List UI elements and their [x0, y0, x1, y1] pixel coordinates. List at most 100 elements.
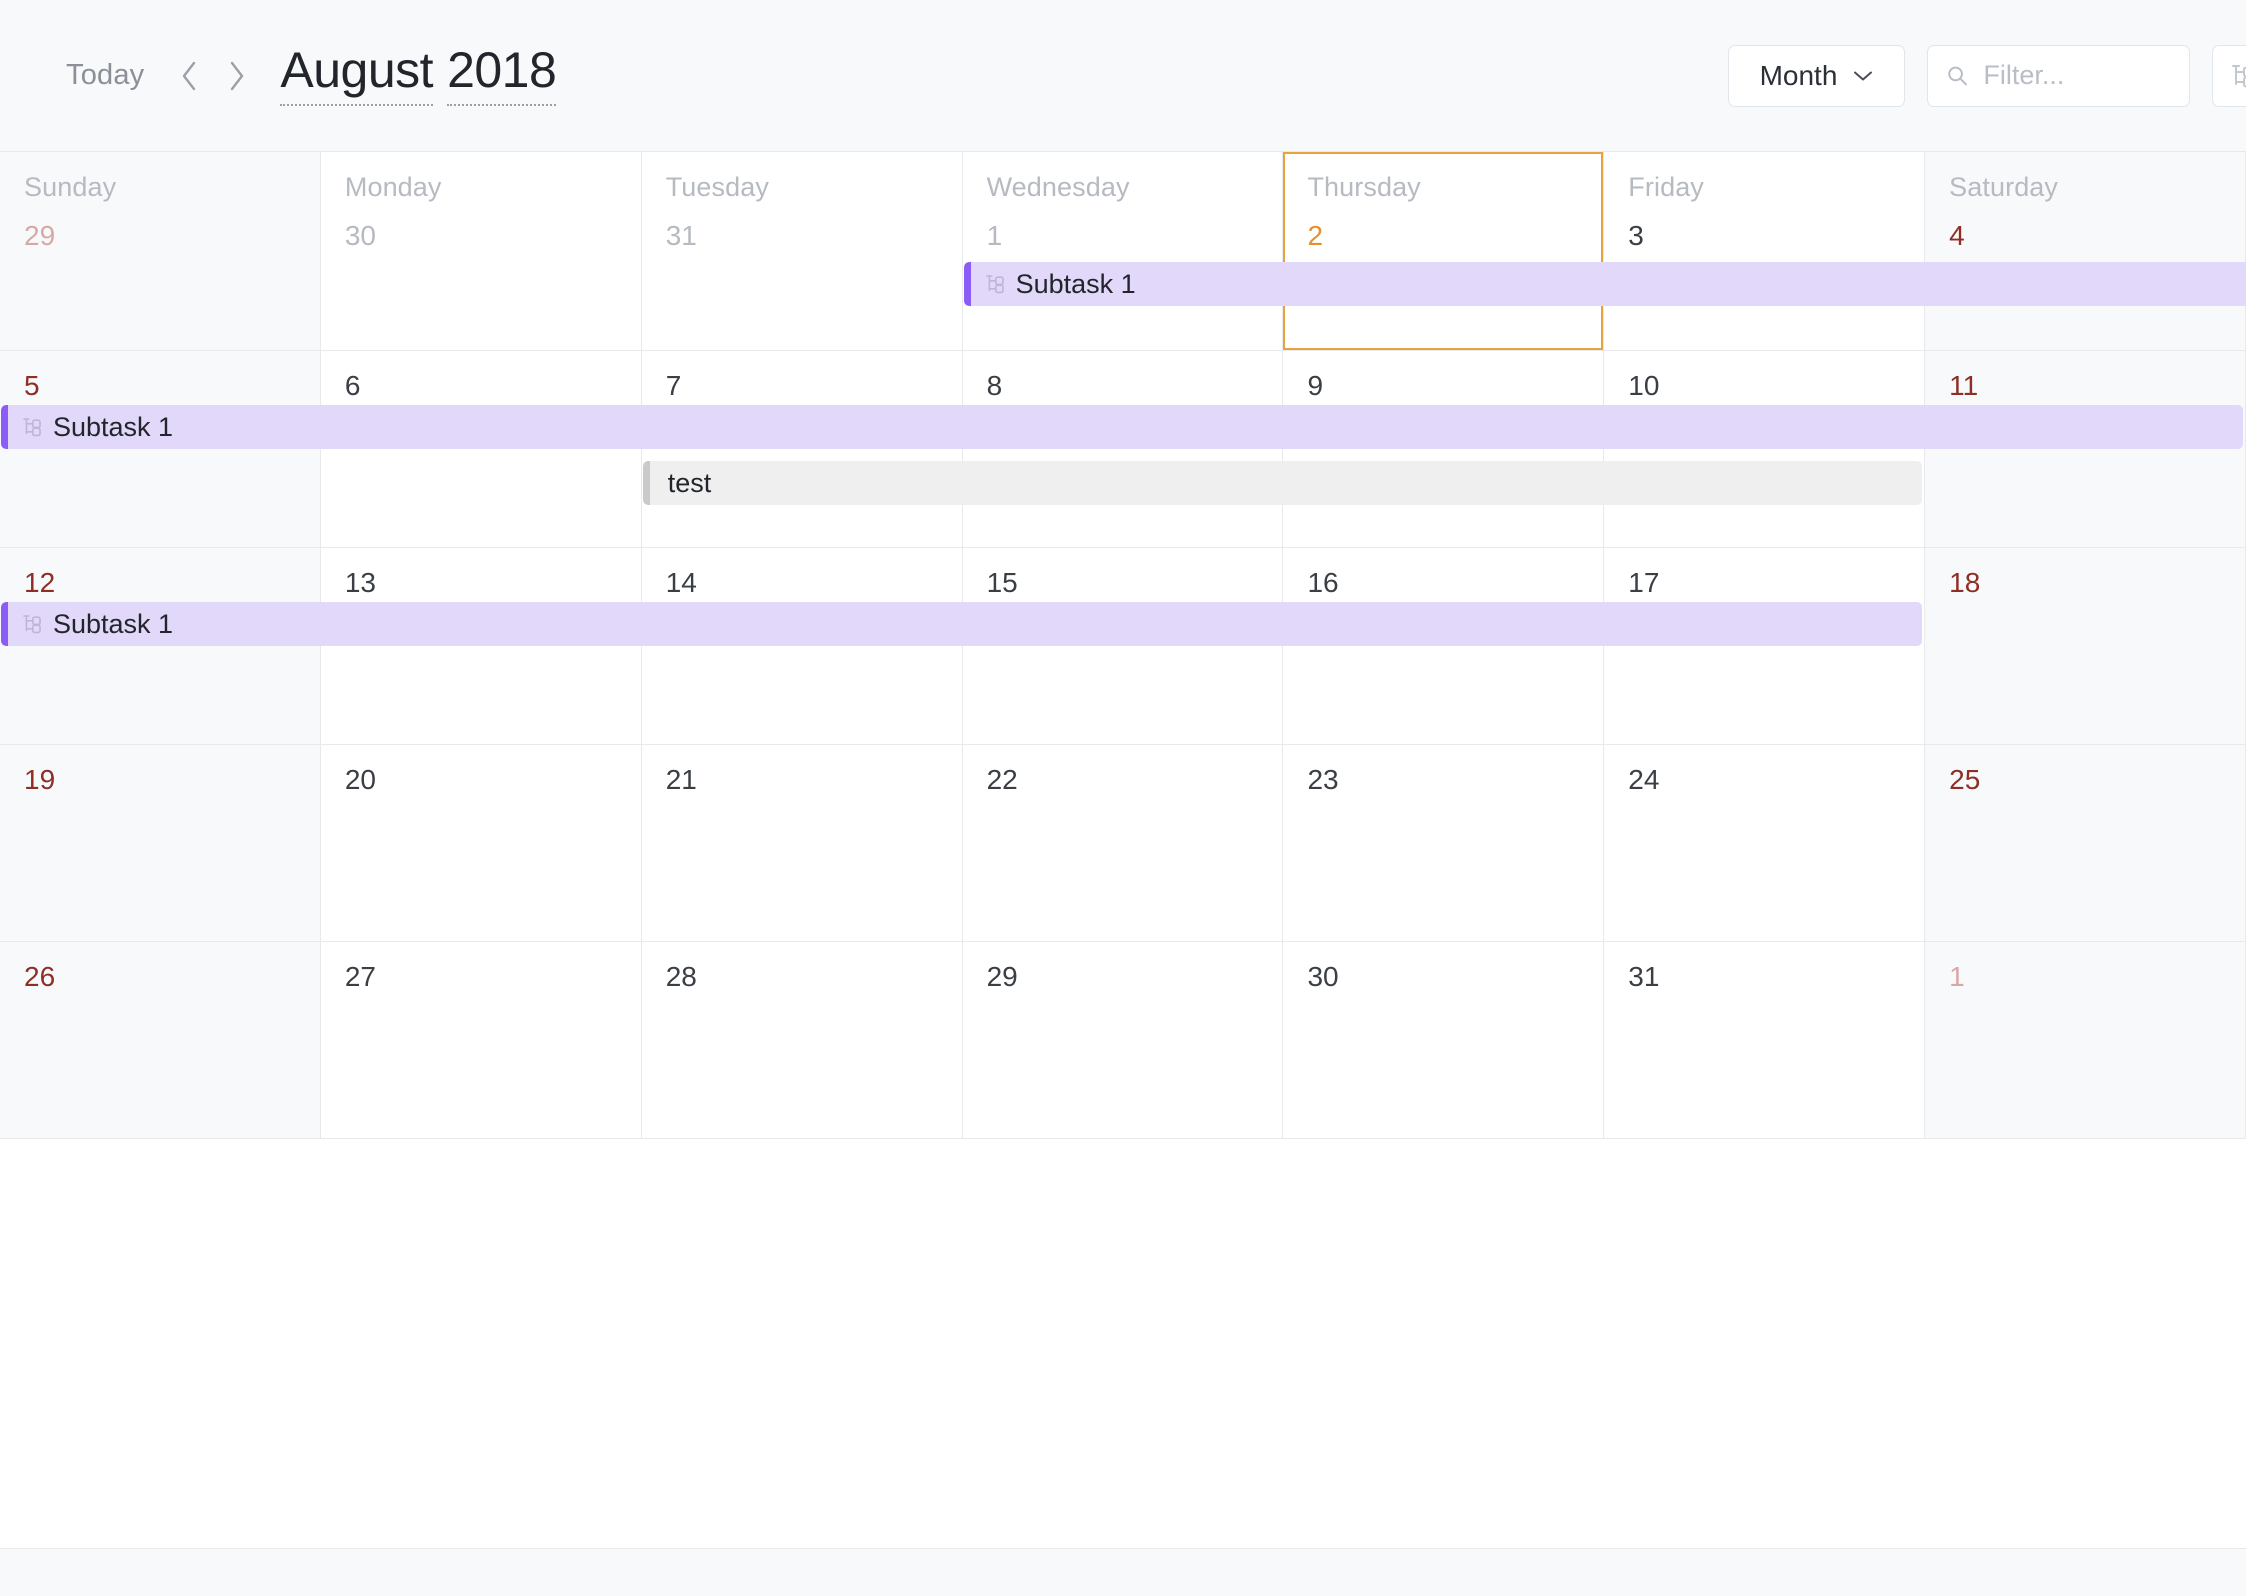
- day-cell-29[interactable]: Sunday 29: [0, 152, 321, 350]
- day-cell-21[interactable]: 21: [641, 745, 963, 941]
- day-cell-28[interactable]: 28: [641, 942, 963, 1138]
- year-title[interactable]: 2018: [447, 45, 557, 106]
- hierarchy-icon: [23, 615, 41, 634]
- day-cell-14[interactable]: 14: [641, 548, 963, 744]
- day-cell-3[interactable]: Friday 3: [1604, 152, 1926, 350]
- day-cell-9[interactable]: 9: [1283, 351, 1605, 547]
- event-color-stripe: [963, 262, 971, 306]
- calendar-toolbar: Today August 2018 Month Filter...: [0, 0, 2246, 151]
- event-title: test: [667, 467, 712, 498]
- day-cell-18[interactable]: 18: [1925, 548, 2246, 744]
- hierarchy-icon: [23, 418, 41, 437]
- day-cell-11[interactable]: 11: [1925, 351, 2246, 547]
- day-cell-1[interactable]: 1: [1925, 942, 2246, 1138]
- event-title: Subtask 1: [53, 608, 174, 639]
- filter-field[interactable]: [1927, 44, 2190, 107]
- calendar-event[interactable]: test: [642, 461, 1923, 505]
- day-of-week-label: Thursday: [1307, 172, 1421, 202]
- day-cell-22[interactable]: 22: [962, 745, 1284, 941]
- date-number: 30: [344, 220, 377, 251]
- event-title: Subtask 1: [53, 411, 174, 442]
- day-cell-16[interactable]: 16: [1283, 548, 1605, 744]
- date-number: 7: [665, 370, 682, 401]
- day-cell-25[interactable]: 25: [1925, 745, 2246, 941]
- calendar-event[interactable]: Subtask 1: [1, 602, 1923, 646]
- day-cell-27[interactable]: 27: [320, 942, 642, 1138]
- day-cell-19[interactable]: 19: [0, 745, 321, 941]
- date-number: 3: [1628, 220, 1644, 251]
- event-color-stripe: [1, 602, 8, 646]
- day-of-week-label: Tuesday: [665, 172, 769, 202]
- toolbar-left-group: Today August 2018: [62, 45, 557, 106]
- event-title: Subtask 1: [1015, 268, 1136, 299]
- calendar-grid: Sunday 29 Monday 30 Tuesday 31 Wednesday 1 Thurs…: [0, 151, 2246, 1548]
- day-cell-23[interactable]: 23: [1283, 745, 1605, 941]
- calendar-week-row: 26 27 28 29 30 31 1: [0, 942, 2246, 1139]
- calendar-event[interactable]: Subtask 1: [963, 262, 2246, 306]
- date-number: 5: [24, 370, 40, 401]
- date-number: 13: [344, 567, 377, 598]
- day-cell-29[interactable]: 29: [962, 942, 1284, 1138]
- date-number: 27: [344, 961, 377, 992]
- date-number: 23: [1307, 764, 1339, 795]
- date-number: 1: [986, 220, 1003, 251]
- date-number: 8: [986, 370, 1003, 401]
- day-cell-15[interactable]: 15: [962, 548, 1284, 744]
- date-number: 11: [1949, 370, 1979, 401]
- day-cell-6[interactable]: 6: [320, 351, 642, 547]
- calendar-week-row: 19 20 21 22 23 24 25: [0, 745, 2246, 942]
- day-cell-1[interactable]: Wednesday 1: [962, 152, 1284, 350]
- day-cell-24[interactable]: 24: [1604, 745, 1926, 941]
- date-number: 26: [24, 961, 56, 992]
- day-cell-20[interactable]: 20: [320, 745, 642, 941]
- calendar-week-row: 5 6 7 8 9 10 11 Subtask 1 test: [0, 351, 2246, 548]
- date-number: 16: [1307, 567, 1339, 598]
- date-number: 6: [344, 370, 361, 401]
- date-number: 18: [1949, 567, 1981, 598]
- previous-period-button[interactable]: [176, 59, 202, 93]
- date-number: 21: [665, 764, 697, 795]
- month-title[interactable]: August: [280, 45, 434, 106]
- day-of-week-label: Sunday: [24, 172, 117, 202]
- day-cell-2[interactable]: Thursday 2: [1283, 152, 1605, 350]
- chevron-right-icon: [231, 61, 244, 90]
- view-mode-label: Month: [1759, 59, 1838, 91]
- date-number: 31: [1628, 961, 1660, 992]
- calendar-week-row: 12 13 14 15 16 17 18 Subtask 1: [0, 548, 2246, 745]
- date-number: 29: [986, 961, 1018, 992]
- page-title: August 2018: [280, 45, 557, 106]
- event-color-stripe: [642, 461, 650, 505]
- day-cell-10[interactable]: 10: [1604, 351, 1926, 547]
- next-period-button[interactable]: [224, 59, 250, 93]
- date-number: 2: [1307, 220, 1324, 251]
- date-number: 29: [24, 220, 56, 251]
- today-button[interactable]: Today: [62, 53, 148, 98]
- day-cell-26[interactable]: 26: [0, 942, 321, 1138]
- day-of-week-label: Friday: [1628, 172, 1704, 202]
- date-number: 31: [665, 220, 697, 251]
- day-cell-5[interactable]: 5: [0, 351, 321, 547]
- day-cell-8[interactable]: 8: [962, 351, 1284, 547]
- footer-bar: [0, 1548, 2246, 1596]
- date-number: 30: [1307, 961, 1339, 992]
- day-cell-4[interactable]: Saturday 4: [1925, 152, 2246, 350]
- calendar-event[interactable]: Subtask 1: [1, 405, 2243, 449]
- day-cell-12[interactable]: 12: [0, 548, 321, 744]
- day-cell-31[interactable]: 31: [1604, 942, 1926, 1138]
- day-of-week-label: Saturday: [1949, 172, 2059, 202]
- day-cell-31[interactable]: Tuesday 31: [641, 152, 963, 350]
- show-subtasks-button[interactable]: [2212, 44, 2246, 107]
- view-mode-select[interactable]: Month: [1728, 44, 1905, 107]
- day-cell-17[interactable]: 17: [1604, 548, 1926, 744]
- filter-input[interactable]: [1983, 60, 2171, 91]
- calendar-week-row: Sunday 29 Monday 30 Tuesday 31 Wednesday 1 Thurs…: [0, 152, 2246, 351]
- date-number: 10: [1628, 370, 1660, 401]
- navigation-arrows: [176, 59, 250, 93]
- day-cell-30[interactable]: Monday 30: [320, 152, 642, 350]
- day-cell-30[interactable]: 30: [1283, 942, 1605, 1138]
- day-cell-13[interactable]: 13: [320, 548, 642, 744]
- event-color-stripe: [1, 405, 8, 449]
- toolbar-right-group: Month: [1728, 44, 2246, 107]
- day-cell-7[interactable]: 7: [641, 351, 963, 547]
- chevron-down-icon: [1854, 71, 1873, 80]
